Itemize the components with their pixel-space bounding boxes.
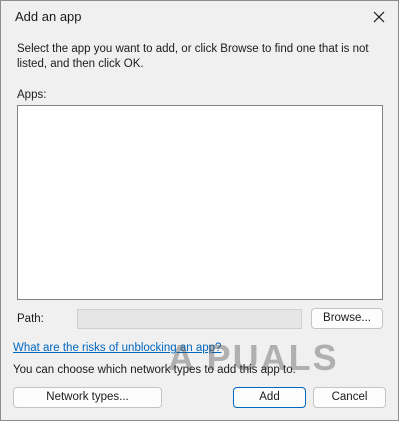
browse-button[interactable]: Browse...: [311, 308, 383, 329]
risks-link[interactable]: What are the risks of unblocking an app?: [13, 342, 221, 354]
path-field[interactable]: [77, 309, 302, 329]
add-button[interactable]: Add: [233, 387, 306, 408]
dialog-title: Add an app: [15, 9, 82, 24]
path-label: Path:: [17, 313, 44, 325]
cancel-button[interactable]: Cancel: [313, 387, 386, 408]
network-types-info: You can choose which network types to ad…: [13, 364, 296, 376]
network-types-button[interactable]: Network types...: [13, 387, 162, 408]
apps-list[interactable]: [17, 105, 383, 300]
close-icon: [373, 11, 385, 23]
close-button[interactable]: [366, 5, 392, 29]
instructions-text: Select the app you want to add, or click…: [17, 43, 369, 70]
title-bar: Add an app: [1, 1, 398, 33]
add-app-dialog: Add an app Select the app you want to ad…: [0, 0, 399, 421]
apps-label: Apps:: [17, 89, 47, 101]
